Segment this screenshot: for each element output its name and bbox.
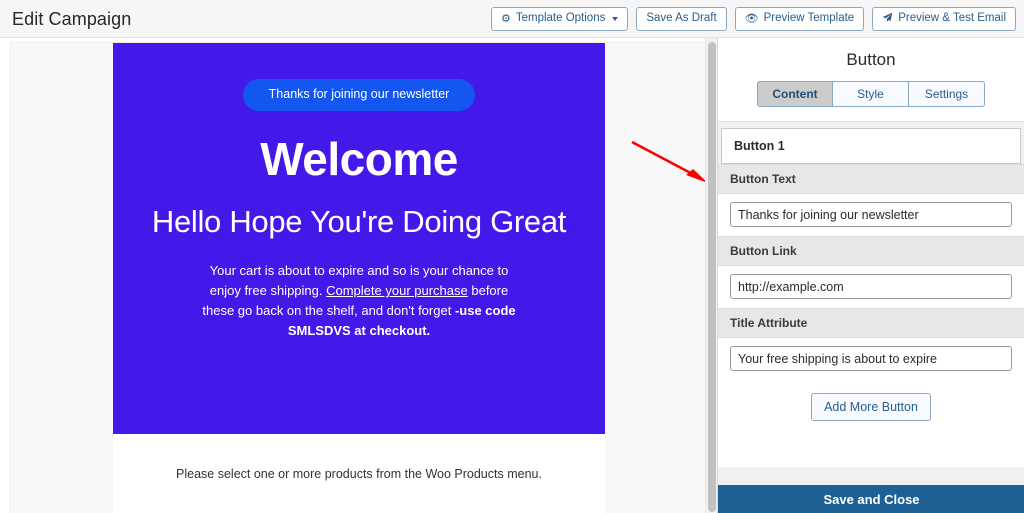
preview-template-label: Preview Template <box>763 12 855 25</box>
email-hero-block[interactable]: Thanks for joining our newsletter Welcom… <box>113 43 605 434</box>
add-more-button-row: Add More Button <box>718 380 1024 437</box>
add-more-button[interactable]: Add More Button <box>811 393 931 421</box>
email-paragraph[interactable]: Your cart is about to expire and so is y… <box>194 261 524 341</box>
save-as-draft-label: Save As Draft <box>646 12 717 25</box>
accordion-item-button-1[interactable]: Button 1 <box>721 128 1021 164</box>
email-body: Thanks for joining our newsletter Welcom… <box>113 43 605 513</box>
email-heading[interactable]: Welcome <box>113 134 605 183</box>
email-sheet: Thanks for joining our newsletter Welcom… <box>11 43 705 513</box>
settings-panel-header: Button Content Style Settings <box>718 38 1024 122</box>
button-link-input[interactable] <box>730 274 1012 299</box>
settings-panel-tabs: Content Style Settings <box>718 81 1024 107</box>
settings-panel: Button Content Style Settings Button 1 B… <box>717 38 1024 513</box>
save-and-close-label: Save and Close <box>823 491 920 507</box>
topbar-actions: ⚙ Template Options Save As Draft 👁 Previ… <box>490 7 1016 31</box>
paper-plane-icon <box>882 12 893 26</box>
email-button-element[interactable]: Thanks for joining our newsletter <box>242 79 476 111</box>
complete-purchase-link[interactable]: Complete your purchase <box>326 283 468 298</box>
title-attribute-input[interactable] <box>730 346 1012 371</box>
preview-test-email-label: Preview & Test Email <box>898 12 1006 25</box>
save-as-draft-button[interactable]: Save As Draft <box>636 7 727 31</box>
woo-products-placeholder-text: Please select one or more products from … <box>176 466 542 481</box>
button-text-row <box>718 194 1024 236</box>
email-canvas: Thanks for joining our newsletter Welcom… <box>0 38 707 513</box>
canvas-scrollbar-thumb[interactable] <box>708 42 716 512</box>
template-options-label: Template Options <box>515 12 606 25</box>
save-and-close-button[interactable]: Save and Close <box>718 485 1024 513</box>
title-attribute-label: Title Attribute <box>718 308 1024 338</box>
preview-template-button[interactable]: 👁 Preview Template <box>734 7 865 31</box>
button-text-label: Button Text <box>718 164 1024 194</box>
email-subheading[interactable]: Hello Hope You're Doing Great <box>113 204 605 239</box>
eye-icon: 👁 <box>744 12 759 25</box>
tab-content[interactable]: Content <box>757 81 833 107</box>
button-text-input[interactable] <box>730 202 1012 227</box>
gear-icon: ⚙ <box>500 12 511 25</box>
woo-products-placeholder[interactable]: Please select one or more products from … <box>113 434 605 513</box>
canvas-scrollbar[interactable] <box>705 38 717 513</box>
button-link-row <box>718 266 1024 308</box>
page-title: Edit Campaign <box>12 9 132 29</box>
tab-settings[interactable]: Settings <box>909 81 985 107</box>
button-link-label: Button Link <box>718 236 1024 266</box>
template-options-button[interactable]: ⚙ Template Options <box>490 7 629 31</box>
tab-style[interactable]: Style <box>833 81 909 107</box>
settings-panel-title: Button <box>846 50 896 69</box>
title-attribute-row <box>718 338 1024 380</box>
top-bar: Edit Campaign ⚙ Template Options Save As… <box>0 0 1024 38</box>
panel-filler <box>718 437 1024 467</box>
preview-test-email-button[interactable]: Preview & Test Email <box>872 7 1016 31</box>
chevron-down-icon <box>612 17 619 21</box>
